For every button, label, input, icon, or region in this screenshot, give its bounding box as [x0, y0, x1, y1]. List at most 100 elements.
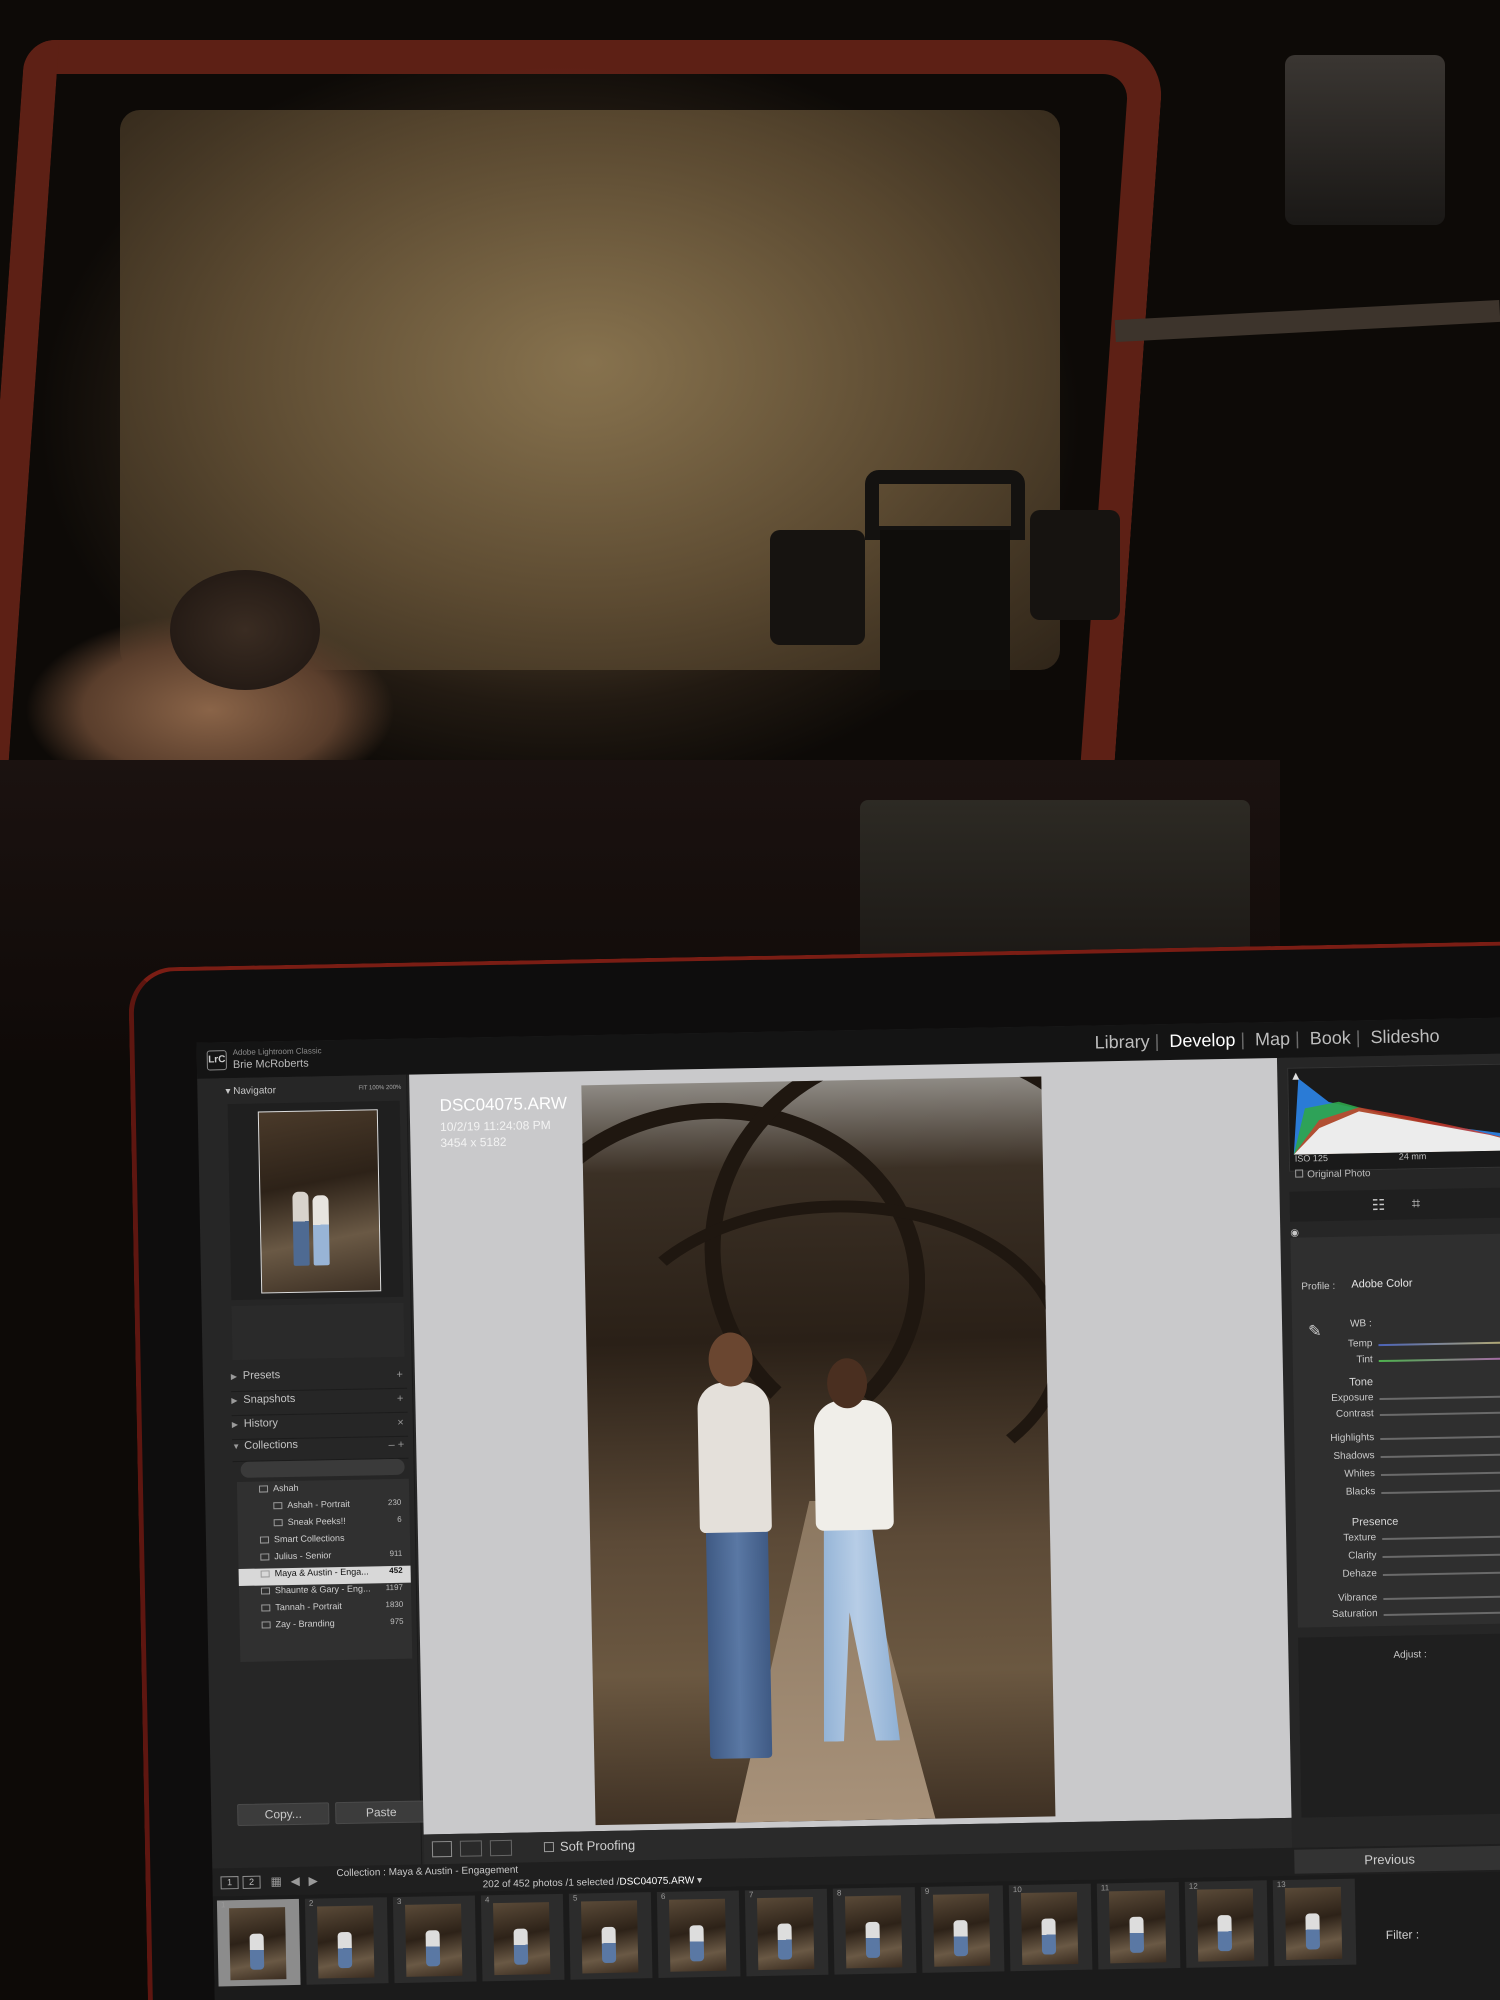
- sliders-icon[interactable]: ☷: [1372, 1196, 1386, 1214]
- texture-slider[interactable]: [1382, 1534, 1500, 1541]
- navigator-header[interactable]: ▾ Navigator FIT 100% 200%: [225, 1083, 401, 1102]
- filmstrip-thumb[interactable]: 11: [1096, 1881, 1181, 1970]
- filmstrip-thumb[interactable]: 13: [1272, 1878, 1357, 1967]
- focal-length: 24 mm: [1398, 1151, 1427, 1162]
- filmstrip-thumb[interactable]: 10: [1008, 1883, 1093, 1972]
- temp-label: Temp: [1347, 1338, 1373, 1350]
- original-photo-toggle[interactable]: Original Photo: [1295, 1168, 1371, 1180]
- original-photo-checkbox[interactable]: [1295, 1169, 1304, 1178]
- work-light-lamp-left: [770, 530, 865, 645]
- navigator-zoom-options[interactable]: FIT 100% 200%: [358, 1085, 401, 1092]
- profile-select[interactable]: Adobe Color: [1351, 1277, 1412, 1290]
- snapshots-panel-header[interactable]: ▶ Snapshots +: [231, 1390, 408, 1417]
- thumb-image: [844, 1895, 903, 1969]
- collection-name: Ashah: [272, 1482, 299, 1494]
- module-library[interactable]: Library: [1094, 1031, 1149, 1052]
- collection-count: 911: [389, 1548, 403, 1559]
- frame-number: 5: [572, 1893, 578, 1903]
- blacks-slider[interactable]: [1381, 1488, 1500, 1495]
- temp-slider[interactable]: [1378, 1340, 1500, 1347]
- filmstrip-thumb[interactable]: 8: [832, 1887, 917, 1975]
- highlights-slider[interactable]: [1380, 1434, 1500, 1441]
- collection-icon: [260, 1587, 271, 1595]
- filter-label[interactable]: Filter :: [1386, 1927, 1420, 1942]
- navigator-preview[interactable]: [227, 1100, 404, 1301]
- filmstrip-thumb[interactable]: 7: [744, 1888, 829, 1977]
- thumb-image: [229, 1907, 287, 1981]
- collection-name: Tannah - Portrait: [275, 1601, 342, 1613]
- soft-proofing-checkbox[interactable]: [543, 1841, 555, 1853]
- filmstrip-thumb[interactable]: 4: [480, 1893, 565, 1982]
- saturation-slider[interactable]: [1383, 1610, 1500, 1617]
- collection-name: Julius - Senior: [274, 1550, 332, 1562]
- collection-icon: [261, 1604, 271, 1612]
- crop-icon[interactable]: ⌗: [1412, 1195, 1421, 1212]
- previous-button[interactable]: Previous: [1294, 1844, 1500, 1874]
- whites-label: Whites: [1344, 1468, 1376, 1480]
- thumb-image: [1020, 1891, 1079, 1966]
- chevron-down-icon[interactable]: ▾: [697, 1875, 702, 1886]
- filmstrip-thumb[interactable]: 3: [392, 1895, 477, 1984]
- filmstrip-thumb[interactable]: 5: [568, 1892, 653, 1980]
- clarity-slider[interactable]: [1382, 1552, 1500, 1559]
- tint-label: Tint: [1356, 1354, 1373, 1366]
- before-after-icon[interactable]: [459, 1840, 483, 1857]
- filmstrip-thumb[interactable]: 2: [304, 1897, 389, 1985]
- shadows-slider[interactable]: [1380, 1452, 1500, 1459]
- back-arrow-icon[interactable]: ◀: [290, 1874, 300, 1888]
- before-after-yy-icon[interactable]: [489, 1839, 513, 1857]
- window-1-button[interactable]: 1: [220, 1876, 239, 1890]
- thumb-image: [493, 1902, 551, 1976]
- plus-icon[interactable]: +: [396, 1369, 403, 1381]
- collection-icon: [273, 1502, 283, 1510]
- contrast-slider[interactable]: [1379, 1410, 1500, 1417]
- module-slideshow[interactable]: Slidesho: [1370, 1026, 1439, 1047]
- filmstrip-thumb[interactable]: 12: [1184, 1880, 1269, 1968]
- photo-filename: DSC04075.ARW: [439, 1093, 568, 1116]
- loupe-view-icon[interactable]: [431, 1840, 453, 1858]
- exposure-label: Exposure: [1331, 1392, 1374, 1404]
- thumb-image: [1108, 1890, 1167, 1964]
- exposure-slider[interactable]: [1379, 1394, 1500, 1401]
- clipping-triangle-icon: ▲: [1292, 1072, 1299, 1082]
- vibrance-label: Vibrance: [1337, 1592, 1378, 1604]
- vibrance-slider[interactable]: [1383, 1594, 1500, 1601]
- minus-plus-icon[interactable]: – +: [388, 1439, 404, 1451]
- tint-slider[interactable]: [1378, 1356, 1500, 1363]
- collection-count: 1830: [385, 1599, 404, 1610]
- thumb-image: [756, 1897, 815, 1971]
- filmstrip-thumb[interactable]: 6: [656, 1890, 741, 1979]
- copy-settings-button[interactable]: Copy...: [237, 1802, 330, 1827]
- module-develop[interactable]: Develop: [1169, 1030, 1235, 1051]
- collections-search-input[interactable]: [240, 1458, 405, 1478]
- forward-arrow-icon[interactable]: ▶: [308, 1874, 318, 1888]
- filmstrip-thumb[interactable]: 9: [920, 1885, 1005, 1973]
- main-photo[interactable]: [581, 1076, 1056, 1826]
- app-name: Adobe Lightroom Classic: [232, 1046, 322, 1058]
- filmstrip-thumb[interactable]: 1: [216, 1898, 301, 1987]
- module-book[interactable]: Book: [1310, 1028, 1351, 1049]
- paste-settings-button[interactable]: Paste: [335, 1800, 428, 1825]
- man-jeans: [705, 1527, 773, 1759]
- original-photo-label: Original Photo: [1307, 1168, 1371, 1181]
- close-icon[interactable]: ×: [397, 1417, 404, 1429]
- dehaze-slider[interactable]: [1382, 1570, 1500, 1577]
- collection-count: 6: [397, 1514, 402, 1524]
- thumb-image: [932, 1893, 991, 1967]
- collection-icon: [260, 1570, 270, 1578]
- module-map[interactable]: Map: [1255, 1029, 1290, 1050]
- plus-icon[interactable]: +: [397, 1393, 404, 1405]
- collection-icon: [261, 1621, 271, 1629]
- basic-panel: Profile : Adobe Color ✎ WB : Temp Tint T…: [1290, 1232, 1500, 1628]
- shadows-label: Shadows: [1333, 1450, 1375, 1462]
- adjust-label: Adjust :: [1393, 1649, 1427, 1661]
- whites-slider[interactable]: [1380, 1470, 1500, 1477]
- filmstrip-source[interactable]: Collection : Maya & Austin - Engagement: [336, 1865, 518, 1879]
- chevron-down-icon: ▾: [225, 1086, 234, 1098]
- window-2-button[interactable]: 2: [242, 1875, 261, 1889]
- presets-panel-header[interactable]: ▶ Presets +: [230, 1366, 408, 1393]
- selected-filename: DSC04075.ARW: [619, 1875, 695, 1888]
- frame-number: 1: [220, 1900, 226, 1910]
- grid-icon[interactable]: ▦: [270, 1874, 282, 1888]
- collection-zay-branding[interactable]: Zay - Branding 975: [240, 1617, 412, 1637]
